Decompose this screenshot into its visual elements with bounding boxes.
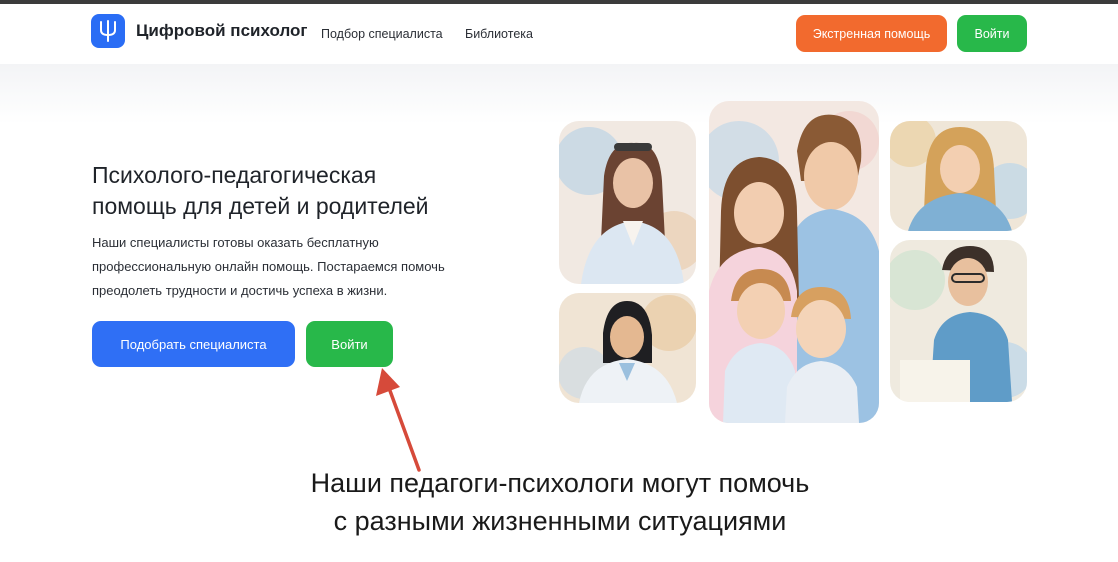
- annotation-caption: Наши педагоги-психологи могут помочь с р…: [200, 464, 920, 540]
- caption-line: с разными жизненными ситуациями: [333, 506, 787, 536]
- caption-line: Наши педагоги-психологи могут помочь: [310, 468, 810, 498]
